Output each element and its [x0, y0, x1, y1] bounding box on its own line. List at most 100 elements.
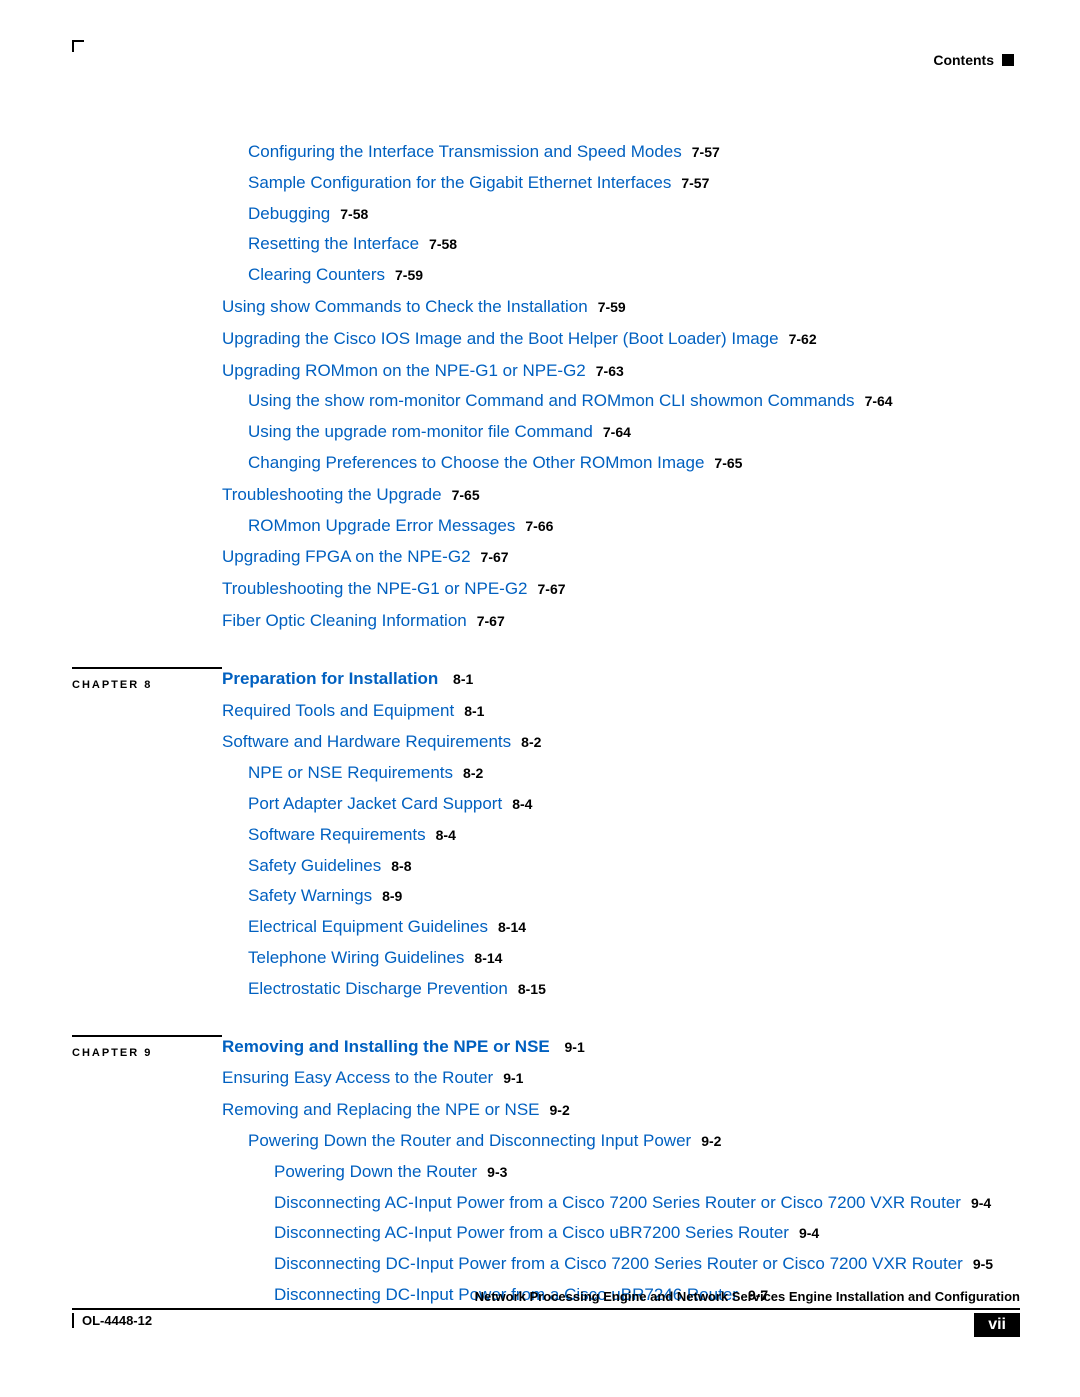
toc-entry-text: NPE or NSE Requirements — [248, 763, 453, 782]
toc-entry-text: Port Adapter Jacket Card Support — [248, 794, 502, 813]
toc-entry-text: Powering Down the Router — [274, 1162, 477, 1181]
toc-entry-page: 8-14 — [498, 919, 526, 935]
toc-entry-text: Using show Commands to Check the Install… — [222, 297, 588, 316]
toc-entry-text: Changing Preferences to Choose the Other… — [248, 453, 704, 472]
toc-entry-text: Disconnecting AC-Input Power from a Cisc… — [274, 1223, 789, 1242]
toc-entry-text: Required Tools and Equipment — [222, 701, 454, 720]
toc-entry-text: Configuring the Interface Transmission a… — [248, 142, 682, 161]
chapter-8-block: CHAPTER 8 Preparation for Installation 8… — [72, 667, 1020, 1001]
toc-entry[interactable]: Electrical Equipment Guidelines 8-14 — [222, 915, 1020, 939]
toc-entry-page: 9-4 — [799, 1225, 819, 1241]
toc-entry-text: Software and Hardware Requirements — [222, 732, 511, 751]
toc-entry-page: 7-57 — [692, 144, 720, 160]
toc-entry-page: 8-1 — [464, 703, 484, 719]
toc-entry[interactable]: Changing Preferences to Choose the Other… — [222, 451, 1020, 475]
toc-entry[interactable]: Troubleshooting the Upgrade 7-65 — [222, 483, 1020, 507]
toc-entry-text: Disconnecting DC-Input Power from a Cisc… — [274, 1254, 963, 1273]
toc-entry-page: 7-57 — [681, 175, 709, 191]
footer-doc-id: OL-4448-12 — [72, 1313, 152, 1328]
toc-entry-text: Upgrading FPGA on the NPE-G2 — [222, 547, 471, 566]
page-footer: Network Processing Engine and Network Se… — [72, 1289, 1020, 1337]
header-label: Contents — [933, 52, 994, 68]
running-header: Contents — [933, 52, 1014, 68]
toc-entry[interactable]: Powering Down the Router and Disconnecti… — [222, 1129, 1020, 1153]
toc-entry-text: Using the upgrade rom-monitor file Comma… — [248, 422, 593, 441]
chapter-8-label: CHAPTER 8 — [72, 667, 222, 691]
chapter-9-title-row[interactable]: Removing and Installing the NPE or NSE 9… — [222, 1035, 1020, 1059]
toc-entry[interactable]: Telephone Wiring Guidelines8-14 — [222, 946, 1020, 970]
toc-entry[interactable]: Troubleshooting the NPE-G1 or NPE-G2 7-67 — [222, 577, 1020, 601]
chapter-9-entries: Ensuring Easy Access to the Router9-1 Rem… — [222, 1066, 1020, 1306]
toc-entry-page: 7-59 — [395, 267, 423, 283]
toc-entry-page: 7-59 — [598, 299, 626, 315]
toc-entry[interactable]: ROMmon Upgrade Error Messages 7-66 — [222, 514, 1020, 538]
chapter-9-block: CHAPTER 9 Removing and Installing the NP… — [72, 1035, 1020, 1307]
toc-entry-text: Removing and Replacing the NPE or NSE — [222, 1100, 540, 1119]
toc-entry-text: Safety Guidelines — [248, 856, 381, 875]
toc-entry[interactable]: Safety Guidelines8-8 — [222, 854, 1020, 878]
toc-entry-text: Disconnecting AC-Input Power from a Cisc… — [274, 1193, 961, 1212]
toc-entry-page: 9-4 — [971, 1195, 991, 1211]
toc-entry[interactable]: Disconnecting AC-Input Power from a Cisc… — [222, 1191, 1020, 1215]
chapter-9-title: Removing and Installing the NPE or NSE — [222, 1037, 550, 1056]
toc-entry-text: Electrostatic Discharge Prevention — [248, 979, 508, 998]
toc-entry[interactable]: Ensuring Easy Access to the Router9-1 — [222, 1066, 1020, 1090]
chapter-8-title-row[interactable]: Preparation for Installation 8-1 — [222, 667, 1020, 691]
toc-entry-text: Telephone Wiring Guidelines — [248, 948, 464, 967]
toc-entry-text: Electrical Equipment Guidelines — [248, 917, 488, 936]
toc-entry-page: 7-58 — [429, 236, 457, 252]
toc-entry[interactable]: Clearing Counters7-59 — [222, 263, 1020, 287]
toc-entry-page: 9-2 — [701, 1133, 721, 1149]
toc-entry-page: 9-5 — [973, 1256, 993, 1272]
toc-entry-page: 9-1 — [503, 1070, 523, 1086]
toc-entry[interactable]: Removing and Replacing the NPE or NSE 9-2 — [222, 1098, 1020, 1122]
toc-entry[interactable]: Using the show rom-monitor Command and R… — [222, 389, 1020, 413]
toc-entry-page: 8-4 — [436, 827, 456, 843]
toc-entry[interactable]: Resetting the Interface 7-58 — [222, 232, 1020, 256]
toc-entry[interactable]: Using show Commands to Check the Install… — [222, 295, 1020, 319]
toc-entry[interactable]: Disconnecting DC-Input Power from a Cisc… — [222, 1252, 1020, 1276]
toc-entry-page: 7-65 — [714, 455, 742, 471]
chapter-label-text: CHAPTER 9 — [72, 1047, 152, 1059]
toc-entry-text: Upgrading the Cisco IOS Image and the Bo… — [222, 329, 779, 348]
toc-entry[interactable]: Software Requirements8-4 — [222, 823, 1020, 847]
toc-entry[interactable]: Using the upgrade rom-monitor file Comma… — [222, 420, 1020, 444]
toc-entry[interactable]: Powering Down the Router 9-3 — [222, 1160, 1020, 1184]
toc-entry[interactable]: Software and Hardware Requirements 8-2 — [222, 730, 1020, 754]
toc-entry-text: Troubleshooting the NPE-G1 or NPE-G2 — [222, 579, 528, 598]
toc-entry-text: Debugging — [248, 204, 330, 223]
chapter-9-label: CHAPTER 9 — [72, 1035, 222, 1059]
toc-entry[interactable]: Upgrading ROMmon on the NPE-G1 or NPE-G2… — [222, 359, 1020, 383]
toc-entry-page: 7-58 — [340, 206, 368, 222]
toc-entry-text: Troubleshooting the Upgrade — [222, 485, 442, 504]
toc-entry[interactable]: Upgrading FPGA on the NPE-G27-67 — [222, 545, 1020, 569]
toc-entry[interactable]: Fiber Optic Cleaning Information7-67 — [222, 609, 1020, 633]
toc-entry[interactable]: Port Adapter Jacket Card Support8-4 — [222, 792, 1020, 816]
toc-entry-page: 8-2 — [521, 734, 541, 750]
toc-entry[interactable]: Debugging 7-58 — [222, 202, 1020, 226]
toc-entry-text: Using the show rom-monitor Command and R… — [248, 391, 855, 410]
toc-entry[interactable]: NPE or NSE Requirements 8-2 — [222, 761, 1020, 785]
toc-entry-text: Powering Down the Router and Disconnecti… — [248, 1131, 691, 1150]
toc-entry-page: 7-64 — [603, 424, 631, 440]
toc-entry-page: 7-65 — [452, 487, 480, 503]
toc-entry[interactable]: Disconnecting AC-Input Power from a Cisc… — [222, 1221, 1020, 1245]
toc-entry[interactable]: Safety Warnings8-9 — [222, 884, 1020, 908]
toc-entry-page: 8-2 — [463, 765, 483, 781]
toc-entry-text: ROMmon Upgrade Error Messages — [248, 516, 515, 535]
toc-entry-text: Safety Warnings — [248, 886, 372, 905]
chapter-8-entries: Required Tools and Equipment 8-1 Software … — [222, 699, 1020, 1001]
toc-entry-page: 7-67 — [538, 581, 566, 597]
toc-entry[interactable]: Configuring the Interface Transmission a… — [222, 140, 1020, 164]
toc-entry[interactable]: Required Tools and Equipment 8-1 — [222, 699, 1020, 723]
toc-entry-page: 9-2 — [550, 1102, 570, 1118]
toc-entry-page: 9-3 — [487, 1164, 507, 1180]
toc-entry-page: 7-66 — [525, 518, 553, 534]
toc-entry-text: Resetting the Interface — [248, 234, 419, 253]
toc-entry[interactable]: Upgrading the Cisco IOS Image and the Bo… — [222, 327, 1020, 351]
toc-entry[interactable]: Electrostatic Discharge Prevention8-15 — [222, 977, 1020, 1001]
chapter-9-title-page: 9-1 — [565, 1039, 585, 1055]
footer-book-title: Network Processing Engine and Network Se… — [72, 1289, 1020, 1310]
toc-entry[interactable]: Sample Configuration for the Gigabit Eth… — [222, 171, 1020, 195]
header-square-icon — [1002, 54, 1014, 66]
